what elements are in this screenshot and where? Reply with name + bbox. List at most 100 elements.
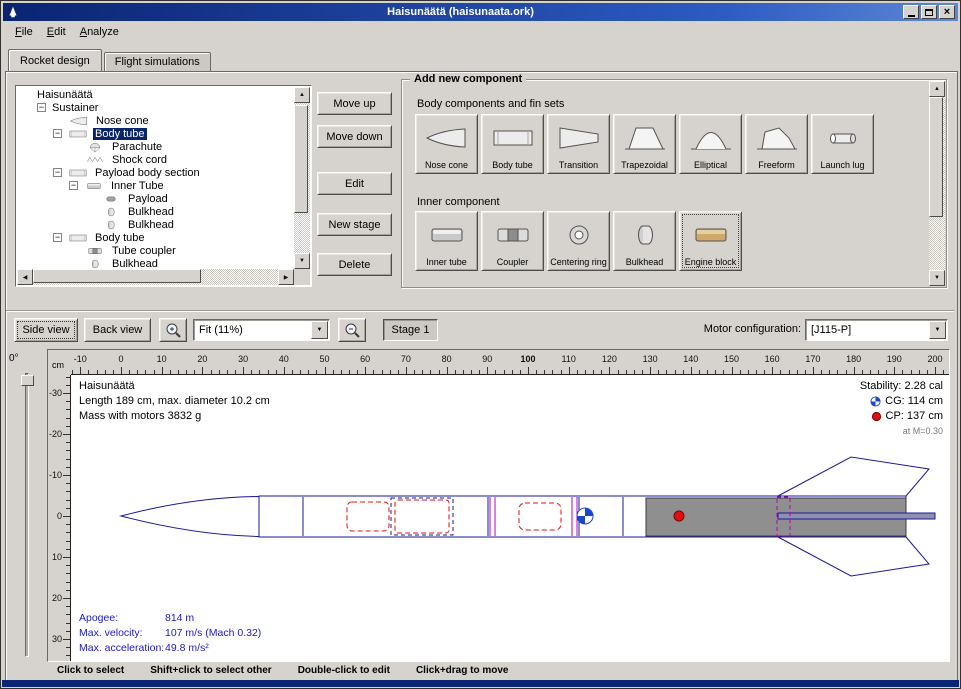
maximize-button[interactable] xyxy=(921,5,937,19)
rotation-slider-handle[interactable] xyxy=(21,375,34,386)
scrollbar-thumb[interactable] xyxy=(33,269,201,283)
tree-item-haisun-t[interactable]: Haisunäätä xyxy=(17,88,294,101)
ruler-tick xyxy=(487,367,488,374)
tree-item-body-tube[interactable]: −Body tube xyxy=(17,127,294,140)
collapse-icon[interactable]: − xyxy=(53,129,62,138)
scrollbar-thumb[interactable] xyxy=(929,97,943,217)
component-icon-wrap xyxy=(416,212,477,257)
fin-bottom-shape[interactable] xyxy=(778,537,929,576)
scrollbar-track[interactable] xyxy=(33,269,278,285)
collapse-icon[interactable]: − xyxy=(69,181,78,190)
titlebar[interactable]: Haisunäätä (haisunaata.ork) × xyxy=(3,3,958,21)
motor-configuration-label: Motor configuration: xyxy=(681,323,801,335)
add-engine-block-button[interactable]: Engine block xyxy=(679,211,742,271)
add-transition-button[interactable]: Transition xyxy=(547,114,610,174)
edit-button[interactable]: Edit xyxy=(317,172,392,195)
delete-button[interactable]: Delete xyxy=(317,253,392,276)
scrollbar-track[interactable] xyxy=(294,103,310,253)
collapse-icon[interactable]: − xyxy=(53,168,62,177)
scroll-left-button[interactable]: ◀ xyxy=(17,269,33,285)
scroll-down-button[interactable]: ▼ xyxy=(929,270,945,286)
ruler-tick xyxy=(390,370,391,374)
bulkhead-icon xyxy=(99,219,123,231)
collapse-icon[interactable]: − xyxy=(37,103,46,112)
tree-item-body-tube[interactable]: −Body tube xyxy=(17,231,294,244)
ruler-label: 100 xyxy=(520,354,535,364)
body-tube-icon xyxy=(66,232,90,244)
zoom-out-button[interactable] xyxy=(338,318,366,342)
fin-edge-shape[interactable] xyxy=(778,513,935,519)
motor-configuration-select[interactable]: [J115-P] ▼ xyxy=(805,319,948,341)
zoom-select[interactable]: Fit (11%) ▼ xyxy=(193,319,330,341)
body-components-label: Body components and fin sets xyxy=(417,98,564,110)
side-view-button[interactable]: Side view xyxy=(14,318,78,342)
tab-flight-simulations[interactable]: Flight simulations xyxy=(104,52,211,71)
add-centering-ring-button[interactable]: Centering ring xyxy=(547,211,610,271)
add-trapezoidal-button[interactable]: Trapezoidal xyxy=(613,114,676,174)
add-freeform-button[interactable]: Freeform xyxy=(745,114,808,174)
tree-horizontal-scrollbar[interactable]: ◀ ▶ xyxy=(17,269,294,285)
stage-1-toggle[interactable]: Stage 1 xyxy=(383,319,438,341)
tree-item-sustainer[interactable]: −Sustainer xyxy=(17,101,294,114)
move-up-button[interactable]: Move up xyxy=(317,92,392,115)
tree-item-bulkhead[interactable]: Bulkhead xyxy=(17,218,294,231)
scrollbar-thumb[interactable] xyxy=(294,105,308,213)
ruler-tick xyxy=(66,573,70,574)
add-body-tube-button[interactable]: Body tube xyxy=(481,114,544,174)
move-down-button[interactable]: Move down xyxy=(317,125,392,148)
close-button[interactable]: × xyxy=(939,5,955,19)
ruler-label: 70 xyxy=(401,354,411,364)
ruler-tick xyxy=(80,367,81,374)
menu-analyze[interactable]: Analyze xyxy=(73,23,126,41)
collapse-icon[interactable]: − xyxy=(53,233,62,242)
rotation-slider[interactable] xyxy=(25,373,29,657)
add-component-scrollbar[interactable]: ▲ ▼ xyxy=(929,81,945,286)
add-nose-cone-button[interactable]: Nose cone xyxy=(415,114,478,174)
chevron-down-icon[interactable]: ▼ xyxy=(929,321,946,339)
zoom-in-button[interactable] xyxy=(159,318,187,342)
chevron-down-icon[interactable]: ▼ xyxy=(311,321,328,339)
add-bulkhead-button[interactable]: Bulkhead xyxy=(613,211,676,271)
minimize-button[interactable] xyxy=(903,5,919,19)
ruler-tick xyxy=(520,370,521,374)
zoom-out-icon xyxy=(343,321,361,339)
ruler-tick xyxy=(715,370,716,374)
ruler-tick xyxy=(105,370,106,374)
menu-edit[interactable]: Edit xyxy=(40,23,73,41)
scroll-up-button[interactable]: ▲ xyxy=(929,81,945,97)
fin-top-shape[interactable] xyxy=(778,457,929,496)
tab-bar: Rocket design Flight simulations xyxy=(8,47,211,71)
tree-item-bulkhead[interactable]: Bulkhead xyxy=(17,257,294,269)
add-elliptical-button[interactable]: Elliptical xyxy=(679,114,742,174)
add-coupler-button[interactable]: Coupler xyxy=(481,211,544,271)
scroll-down-button[interactable]: ▼ xyxy=(294,253,310,269)
ruler-tick xyxy=(642,370,643,374)
tree-item-inner-tube[interactable]: −Inner Tube xyxy=(17,179,294,192)
body-tube-icon xyxy=(490,124,536,152)
component-button-label: Body tube xyxy=(482,160,543,173)
ruler-label: 10 xyxy=(52,552,62,562)
component-tree-panel: Haisunäätä−SustainerNose cone−Body tubeP… xyxy=(15,85,312,287)
zoom-select-value: Fit (11%) xyxy=(194,324,311,336)
scroll-right-button[interactable]: ▶ xyxy=(278,269,294,285)
tree-item-payload-body-section[interactable]: −Payload body section xyxy=(17,166,294,179)
back-view-button[interactable]: Back view xyxy=(84,318,151,342)
tree-vertical-scrollbar[interactable]: ▲ ▼ xyxy=(294,87,310,269)
tree-item-bulkhead[interactable]: Bulkhead xyxy=(17,205,294,218)
scroll-up-button[interactable]: ▲ xyxy=(294,87,310,103)
tree-item-parachute[interactable]: Parachute xyxy=(17,140,294,153)
scrollbar-track[interactable] xyxy=(929,97,945,270)
tree-item-nose-cone[interactable]: Nose cone xyxy=(17,114,294,127)
tree-item-tube-coupler[interactable]: Tube coupler xyxy=(17,244,294,257)
ruler-tick xyxy=(300,370,301,374)
component-tree[interactable]: Haisunäätä−SustainerNose cone−Body tubeP… xyxy=(17,88,294,269)
add-inner-tube-button[interactable]: Inner tube xyxy=(415,211,478,271)
tab-rocket-design[interactable]: Rocket design xyxy=(8,49,102,71)
menu-file[interactable]: File xyxy=(8,23,40,41)
rocket-canvas[interactable]: Haisunäätä Length 189 cm, max. diameter … xyxy=(71,375,949,661)
add-launch-lug-button[interactable]: Launch lug xyxy=(811,114,874,174)
tree-item-shock-cord[interactable]: Shock cord xyxy=(17,153,294,166)
new-stage-button[interactable]: New stage xyxy=(317,213,392,236)
nose-cone-shape[interactable] xyxy=(121,497,259,537)
tree-item-payload[interactable]: Payload xyxy=(17,192,294,205)
